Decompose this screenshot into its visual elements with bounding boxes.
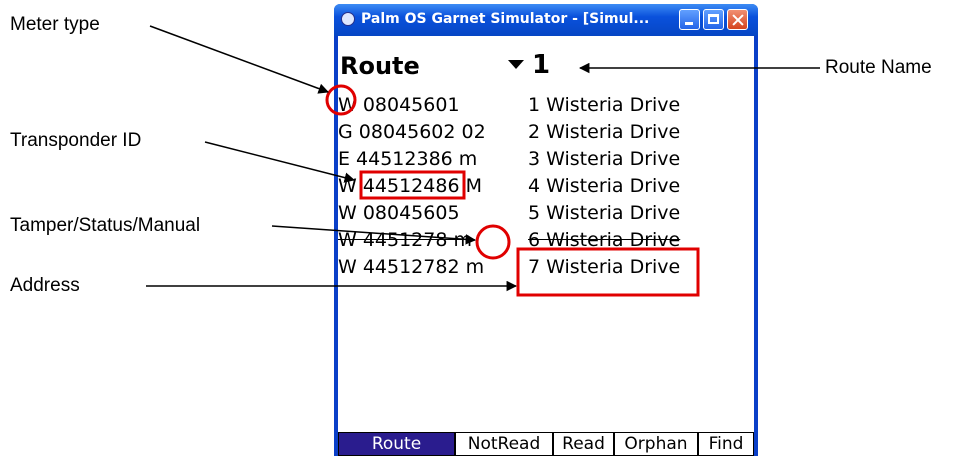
meter-entry: W 08045601 xyxy=(338,94,460,116)
address-entry: 3 Wisteria Drive xyxy=(528,148,681,170)
address-entry: 4 Wisteria Drive xyxy=(528,175,681,197)
callout-route-name: Route Name xyxy=(825,57,932,78)
list-item[interactable]: G 08045602 02 2 Wisteria Drive xyxy=(338,121,754,146)
meter-entry: G 08045602 02 xyxy=(338,121,486,143)
tab-find[interactable]: Find xyxy=(698,432,754,456)
transponder-id-arrow xyxy=(204,141,356,183)
tab-bar: Route NotRead Read Orphan Find xyxy=(338,432,754,456)
window-title: Palm OS Garnet Simulator - [Simul... xyxy=(361,11,650,27)
minimize-button[interactable] xyxy=(679,9,700,30)
address-entry: 1 Wisteria Drive xyxy=(528,94,681,116)
window-title-bar[interactable]: Palm OS Garnet Simulator - [Simul... xyxy=(334,4,758,36)
address-entry: 5 Wisteria Drive xyxy=(528,202,681,224)
meter-entry: W 44512486 M xyxy=(338,175,482,197)
address-entry: 6 Wisteria Drive xyxy=(528,229,681,251)
meter-entry: W 08045605 xyxy=(338,202,460,224)
maximize-button[interactable] xyxy=(703,9,724,30)
callout-transponder-id: Transponder ID xyxy=(10,130,142,151)
tab-orphan[interactable]: Orphan xyxy=(614,432,698,456)
meter-entry: W 4451278 m xyxy=(338,229,472,251)
tab-notread[interactable]: NotRead xyxy=(455,432,553,456)
callout-address: Address xyxy=(10,275,80,296)
list-item[interactable]: W 4451278 m 6 Wisteria Drive xyxy=(338,229,754,254)
form-title: Route xyxy=(340,52,420,80)
palm-app-icon xyxy=(341,12,355,26)
address-entry: 7 Wisteria Drive xyxy=(528,256,681,278)
meter-entry: E 44512386 m xyxy=(338,148,478,170)
route-selector[interactable]: 1 xyxy=(532,50,550,80)
list-item[interactable]: W 44512486 M 4 Wisteria Drive xyxy=(338,175,754,200)
palm-screen: Route 1 W 08045601 1 Wisteria Drive G 08… xyxy=(338,36,754,456)
tab-read[interactable]: Read xyxy=(553,432,614,456)
simulator-window: Palm OS Garnet Simulator - [Simul... Rou… xyxy=(334,4,758,456)
list-item[interactable]: W 08045601 1 Wisteria Drive xyxy=(338,94,754,119)
route-dropdown-arrow-icon[interactable] xyxy=(508,60,524,69)
list-item[interactable]: W 44512782 m 7 Wisteria Drive xyxy=(338,256,754,281)
tab-route[interactable]: Route xyxy=(338,432,455,456)
meter-entry: W 44512782 m xyxy=(338,256,485,278)
list-item[interactable]: W 08045605 5 Wisteria Drive xyxy=(338,202,754,227)
callout-meter-type: Meter type xyxy=(10,14,100,35)
address-entry: 2 Wisteria Drive xyxy=(528,121,681,143)
list-item[interactable]: E 44512386 m 3 Wisteria Drive xyxy=(338,148,754,173)
meter-type-arrow xyxy=(149,25,329,94)
callout-tamper-status-manual: Tamper/Status/Manual xyxy=(10,215,201,236)
close-button[interactable] xyxy=(727,9,748,30)
